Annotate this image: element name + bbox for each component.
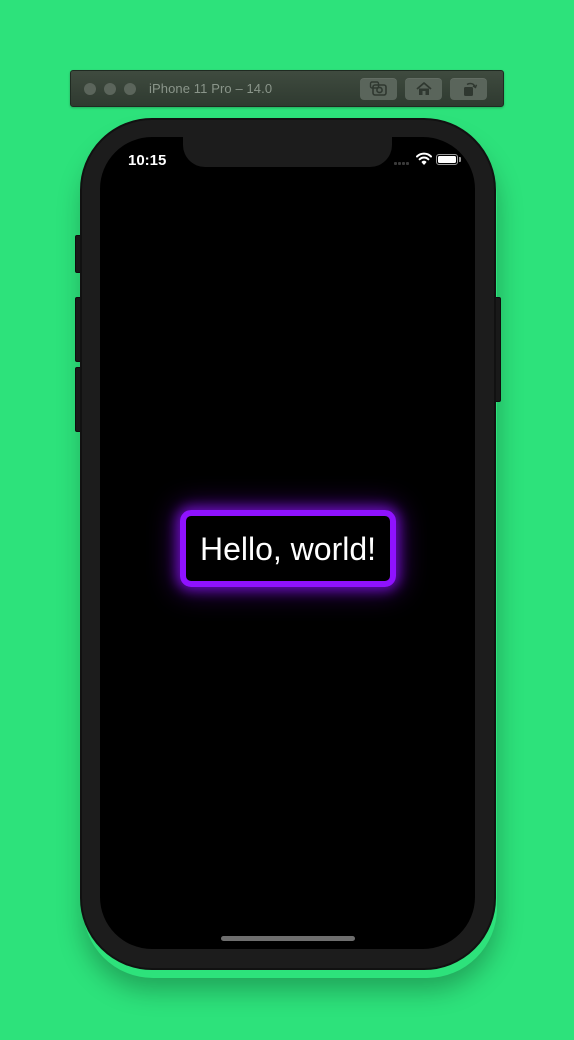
rotate-button[interactable] xyxy=(450,78,487,100)
rotate-icon xyxy=(464,82,478,96)
simulator-title: iPhone 11 Pro – 14.0 xyxy=(149,81,273,96)
simulator-toolbar: iPhone 11 Pro – 14.0 xyxy=(70,70,504,107)
home-indicator[interactable] xyxy=(221,936,355,941)
camera-icon xyxy=(369,81,387,96)
phone-screen[interactable]: 10:15 Hello, world! xyxy=(100,137,475,949)
battery-icon xyxy=(436,154,458,165)
home-button[interactable] xyxy=(405,78,442,100)
home-icon xyxy=(416,82,432,95)
wifi-icon xyxy=(416,152,432,165)
screenshot-button[interactable] xyxy=(360,78,397,100)
zoom-window-button[interactable] xyxy=(124,83,136,95)
desktop-background: iPhone 11 Pro – 14.0 10:15 Hello, world! xyxy=(0,0,574,1040)
close-window-button[interactable] xyxy=(84,83,96,95)
notch xyxy=(183,137,392,167)
status-time: 10:15 xyxy=(128,152,167,169)
minimize-window-button[interactable] xyxy=(104,83,116,95)
hello-label-box: Hello, world! xyxy=(180,510,396,587)
signal-icon xyxy=(394,162,412,165)
hello-label: Hello, world! xyxy=(199,530,377,567)
